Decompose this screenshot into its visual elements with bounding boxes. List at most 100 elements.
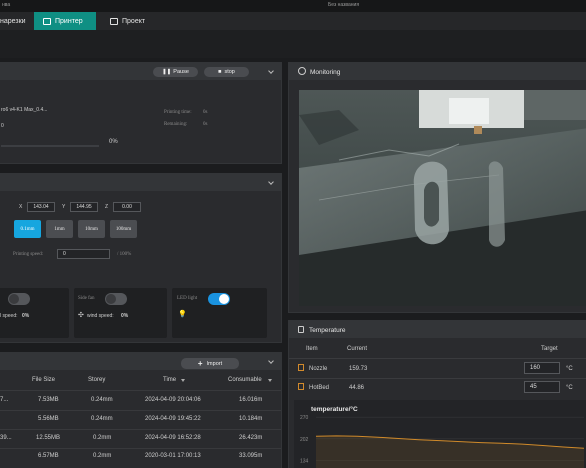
nozzle-icon: [298, 364, 304, 371]
nozzle-current: 159.73: [349, 366, 368, 372]
col-time[interactable]: Time: [163, 377, 176, 383]
sort-icon[interactable]: [181, 379, 185, 382]
printer-icon: [43, 17, 51, 25]
cell-storey: 0.24mm: [91, 397, 113, 403]
tab-bar: нарезки Принтер Проект: [0, 12, 586, 30]
led-light-label: LED light: [177, 296, 198, 301]
nozzle-label: Nozzle: [309, 366, 328, 372]
side-fan-card: Side fan ✣ wind speed: 0%: [74, 288, 167, 338]
import-label: Import: [206, 360, 223, 367]
pause-button[interactable]: ❚❚ Pause: [153, 67, 198, 77]
thermometer-icon: [298, 326, 304, 333]
stop-icon: ■: [218, 69, 222, 75]
col-file-size[interactable]: File Size: [32, 377, 55, 383]
cell-name: 7...: [0, 397, 9, 403]
col-storey[interactable]: Storey: [88, 377, 105, 383]
hotbed-current: 44.86: [349, 385, 365, 391]
title-left-text: нва: [2, 2, 11, 8]
x-label: X: [19, 204, 23, 210]
step-10mm-button[interactable]: 10mm: [78, 220, 105, 238]
cell-consumable: 16.016m: [239, 397, 263, 403]
title-bar: нва Без названия: [0, 0, 586, 12]
side-fan-label: Side fan: [78, 296, 95, 301]
col-consumable[interactable]: Consumable: [228, 377, 262, 383]
row-divider: [289, 378, 586, 379]
col-current: Current: [347, 346, 368, 352]
printing-speed-input[interactable]: 0: [57, 249, 110, 259]
col-item: Item: [306, 346, 318, 352]
hotbed-target-input[interactable]: 45: [524, 381, 560, 393]
pause-label: Pause: [173, 69, 189, 75]
printing-speed-unit: / 100%: [117, 252, 132, 257]
printing-time-label: Printing time:: [164, 110, 192, 115]
y-tick-label: 270: [300, 415, 309, 421]
side-fan-speed-value: 0%: [121, 313, 129, 319]
fan-card-1: l speed: 0%: [0, 288, 69, 338]
table-row[interactable]: 39... 12.55MB 0.2mm 2024-04-09 16:52:28 …: [0, 429, 281, 448]
tab-project-label: Проект: [122, 17, 146, 25]
hotbed-unit: °C: [566, 385, 573, 391]
progress-percent: 0%: [109, 139, 118, 145]
pause-icon: ❚❚: [162, 69, 172, 75]
cell-name: 39...: [0, 435, 12, 441]
monitoring-title: Monitoring: [310, 69, 341, 76]
print-status-panel: ❚❚ Pause ■ stop ro6 v4-K1 Max_0.4... 0 0…: [0, 62, 282, 164]
project-icon: [110, 17, 118, 25]
cell-storey: 0.24mm: [91, 416, 113, 422]
temperature-chart-svg: 270 202 134: [300, 415, 585, 468]
stop-label: stop: [224, 69, 235, 75]
tab-project[interactable]: Проект: [102, 12, 162, 30]
plus-icon: +: [197, 359, 203, 368]
light-bulb-icon: 💡: [178, 311, 187, 318]
camera-feed[interactable]: [299, 90, 586, 306]
led-light-card: LED light 💡: [172, 288, 267, 338]
col-target: Target: [541, 346, 558, 352]
printing-speed-label: Printing speed:: [13, 252, 44, 257]
temperature-title: Temperature: [309, 327, 346, 334]
fan-1-toggle[interactable]: [8, 293, 30, 305]
led-light-toggle[interactable]: [208, 293, 230, 305]
camera-icon: [298, 67, 306, 75]
cell-time: 2024-04-09 19:45:22: [145, 416, 201, 422]
monitoring-panel: Monitoring: [288, 62, 586, 313]
hotbed-icon: [298, 383, 304, 390]
nozzle-target-input[interactable]: 160: [524, 362, 560, 374]
step-100mm-button[interactable]: 100mm: [110, 220, 137, 238]
z-position-field[interactable]: 0.00: [113, 202, 141, 212]
y-tick-label: 202: [300, 437, 309, 443]
remaining-label: Remaining:: [164, 122, 188, 127]
tab-printer[interactable]: Принтер: [34, 12, 96, 30]
table-row[interactable]: 6.57MB 0.2mm 2020-03-01 17:00:13 33.095m: [0, 448, 281, 467]
table-row[interactable]: 7... 7.53MB 0.24mm 2024-04-09 20:04:06 1…: [0, 391, 281, 410]
sort-icon[interactable]: [268, 379, 272, 382]
cell-consumable: 26.423m: [239, 435, 263, 441]
y-position-field[interactable]: 144.95: [70, 202, 98, 212]
table-row[interactable]: 5.56MB 0.24mm 2024-04-09 19:45:22 10.184…: [0, 410, 281, 429]
step-1mm-button[interactable]: 1mm: [46, 220, 73, 238]
cell-storey: 0.2mm: [93, 435, 112, 441]
cell-size: 7.53MB: [38, 397, 59, 403]
step-0-1mm-button[interactable]: 0.1mm: [14, 220, 41, 238]
fan-icon: ✣: [78, 312, 84, 319]
row-divider: [289, 358, 586, 359]
toolbar-strip: [0, 30, 586, 58]
cell-size: 6.57MB: [38, 453, 59, 459]
camera-feed-image: [299, 90, 586, 306]
y-tick-label: 134: [300, 458, 309, 464]
cell-consumable: 33.095m: [239, 453, 263, 459]
control-panel-header: [0, 174, 281, 191]
tab-slicing[interactable]: нарезки: [0, 12, 34, 30]
window-title: Без названия: [328, 2, 360, 8]
side-fan-toggle[interactable]: [105, 293, 127, 305]
import-button[interactable]: + Import: [181, 358, 239, 369]
stop-button[interactable]: ■ stop: [204, 67, 249, 77]
progress-bar: [1, 145, 99, 147]
fan-1-speed-value: 0%: [22, 313, 30, 319]
hotbed-label: HotBed: [309, 385, 330, 391]
cell-consumable: 10.184m: [239, 416, 263, 422]
chart-title: temperature/°C: [311, 406, 358, 413]
x-position-field[interactable]: 143.04: [27, 202, 55, 212]
temperature-chart: temperature/°C 270 202 134: [294, 400, 586, 468]
cell-time: 2024-04-09 16:52:28: [145, 435, 201, 441]
tab-printer-label: Принтер: [55, 17, 83, 25]
